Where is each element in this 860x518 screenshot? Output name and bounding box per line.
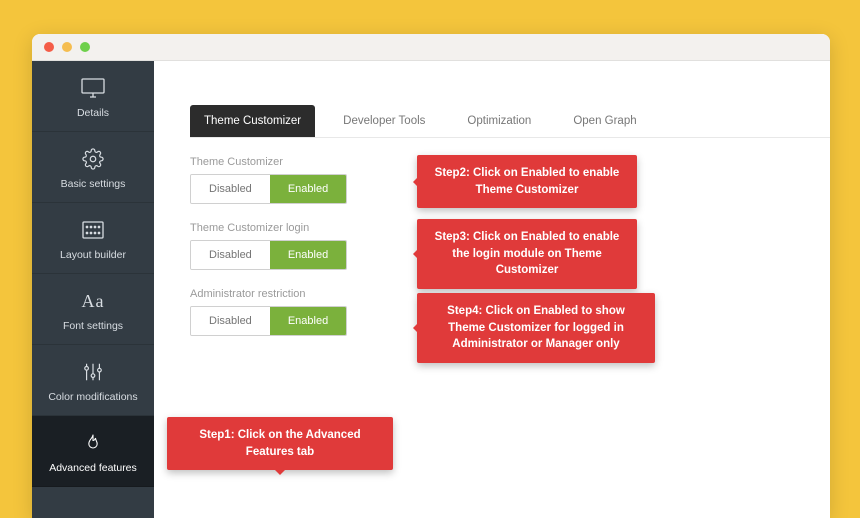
sidebar-item-details[interactable]: Details	[32, 61, 154, 132]
window-minimize-icon[interactable]	[62, 42, 72, 52]
toggle-enabled[interactable]: Enabled	[270, 241, 346, 269]
sidebar-item-font-settings[interactable]: Aa Font settings	[32, 274, 154, 345]
callout-step4: Step4: Click on Enabled to show Theme Cu…	[417, 293, 655, 363]
toggle-enabled[interactable]: Enabled	[270, 175, 346, 203]
tab-developer-tools[interactable]: Developer Tools	[329, 105, 439, 137]
toggle-disabled[interactable]: Disabled	[191, 241, 270, 269]
sidebar-item-advanced-features[interactable]: Advanced features	[32, 416, 154, 487]
toggle-administrator-restriction: Disabled Enabled	[190, 306, 347, 336]
sidebar: Details Basic settings Layout builder Aa…	[32, 61, 154, 518]
callout-step3: Step3: Click on Enabled to enable the lo…	[417, 219, 637, 289]
sidebar-item-color-modifications[interactable]: Color modifications	[32, 345, 154, 416]
sidebar-item-label: Font settings	[36, 320, 150, 332]
toggle-disabled[interactable]: Disabled	[191, 175, 270, 203]
flame-icon	[36, 430, 150, 456]
callout-step2: Step2: Click on Enabled to enable Theme …	[417, 155, 637, 208]
tab-theme-customizer[interactable]: Theme Customizer	[190, 105, 315, 137]
app-body: Details Basic settings Layout builder Aa…	[32, 61, 830, 518]
window-maximize-icon[interactable]	[80, 42, 90, 52]
grid-icon	[36, 217, 150, 243]
sidebar-item-basic-settings[interactable]: Basic settings	[32, 132, 154, 203]
toggle-disabled[interactable]: Disabled	[191, 307, 270, 335]
toggle-theme-customizer-login: Disabled Enabled	[190, 240, 347, 270]
gear-icon	[36, 146, 150, 172]
sidebar-item-label: Layout builder	[36, 249, 150, 261]
tabs: Theme Customizer Developer Tools Optimiz…	[190, 105, 830, 138]
sliders-icon	[36, 359, 150, 385]
monitor-icon	[36, 75, 150, 101]
sidebar-item-label: Basic settings	[36, 178, 150, 190]
window-close-icon[interactable]	[44, 42, 54, 52]
window-titlebar	[32, 34, 830, 61]
sidebar-item-label: Color modifications	[36, 391, 150, 403]
tab-open-graph[interactable]: Open Graph	[559, 105, 650, 137]
toggle-theme-customizer: Disabled Enabled	[190, 174, 347, 204]
callout-step1: Step1: Click on the Advanced Features ta…	[167, 417, 393, 470]
toggle-enabled[interactable]: Enabled	[270, 307, 346, 335]
font-icon: Aa	[36, 288, 150, 314]
sidebar-item-layout-builder[interactable]: Layout builder	[32, 203, 154, 274]
tab-optimization[interactable]: Optimization	[453, 105, 545, 137]
sidebar-item-label: Details	[36, 107, 150, 119]
sidebar-item-label: Advanced features	[36, 462, 150, 474]
